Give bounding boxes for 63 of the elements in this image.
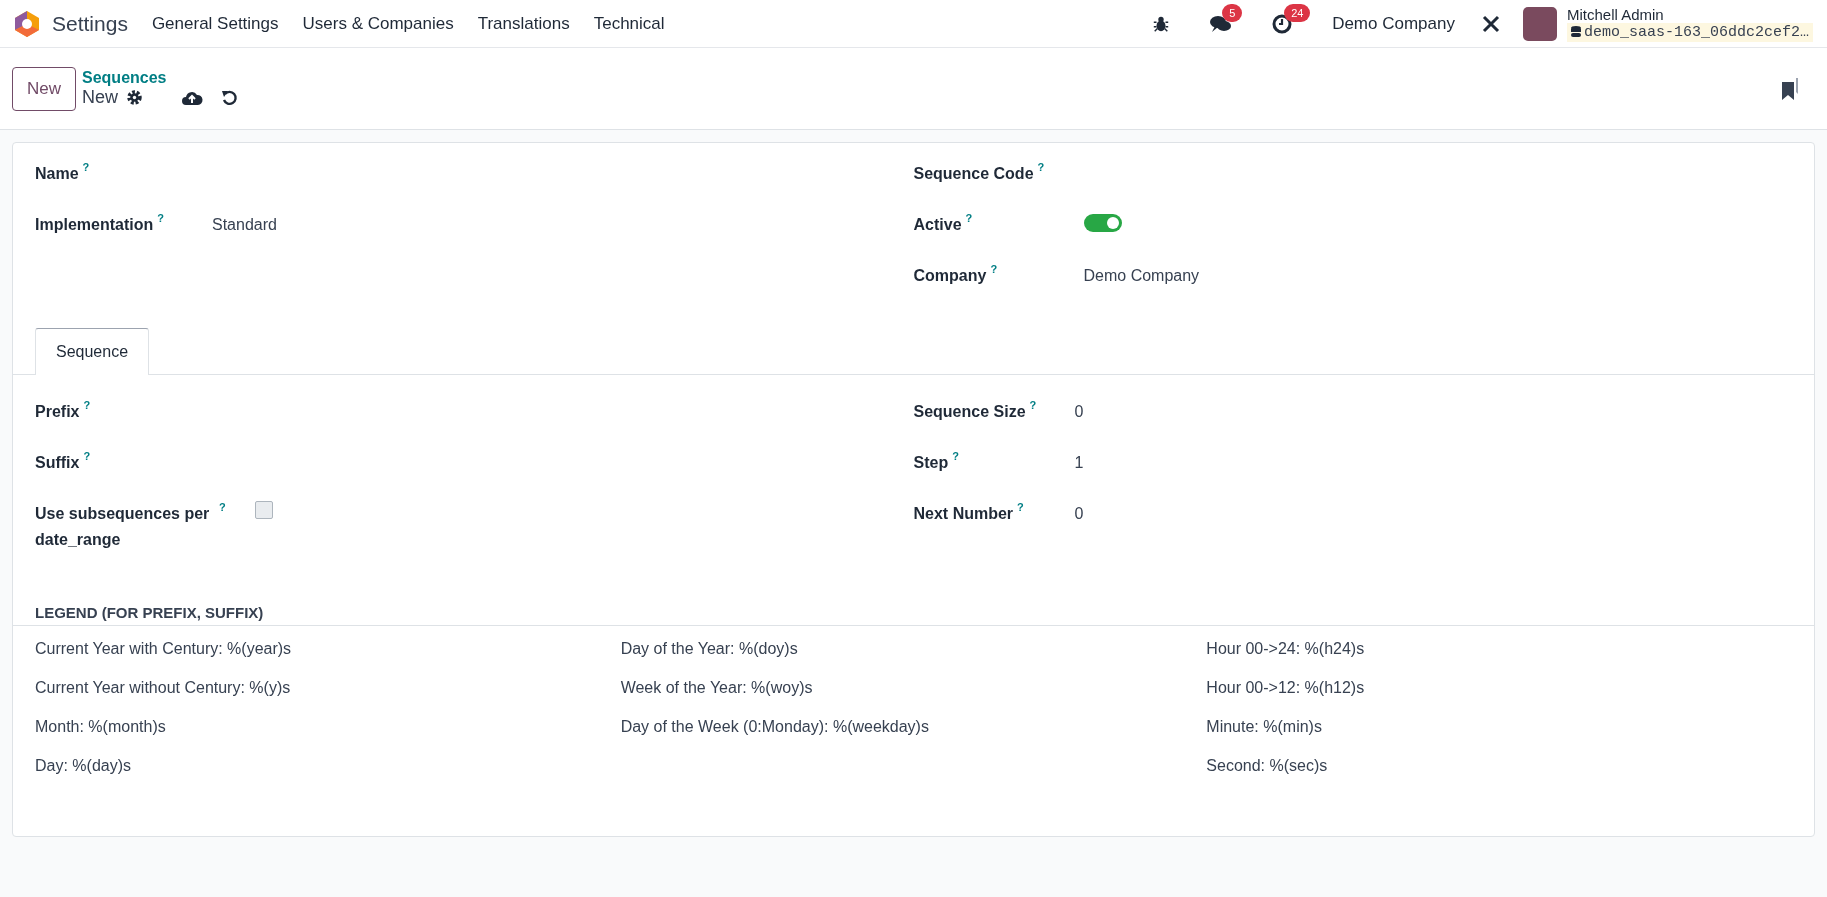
legend-text: Day: %(day)s	[35, 757, 133, 777]
field-label: Implementation	[35, 215, 154, 235]
database-label: demo_saas-163_06ddc2cef2…	[1583, 23, 1809, 41]
legend-text: Second: %(sec)s	[1206, 757, 1329, 777]
help-tooltip-mark[interactable]: ?	[219, 501, 226, 513]
legend-text: Week of the Year: %(woy)s	[620, 679, 814, 699]
record-title: New	[82, 87, 119, 108]
legend-text: Current Year with Century: %(year)s	[35, 640, 293, 660]
app-title: Settings	[52, 11, 128, 36]
legend-text: Hour 00->24: %(h24)s	[1206, 640, 1366, 660]
field-value[interactable]: 1	[1074, 454, 1084, 472]
app-logo-icon	[14, 9, 40, 38]
legend-text: Current Year without Century: %(y)s	[35, 679, 292, 699]
field-value[interactable]: Demo Company	[1083, 267, 1200, 285]
notification-badge: 5	[1222, 3, 1243, 22]
field-label: Name	[35, 164, 79, 184]
user-name[interactable]: Mitchell Admin	[1566, 5, 1813, 23]
field-label: Use subsequences per date_range	[35, 504, 211, 550]
undo-icon[interactable]	[221, 88, 240, 107]
menu-item[interactable]: General Settings	[139, 13, 291, 34]
field-label: Step	[913, 453, 949, 473]
menu-item[interactable]: Translations	[465, 13, 582, 34]
help-tooltip-mark[interactable]: ?	[83, 450, 91, 462]
checkbox[interactable]	[255, 501, 273, 519]
tab[interactable]: Sequence	[35, 328, 150, 375]
field-label: Next Number	[913, 504, 1014, 524]
help-tooltip-mark[interactable]: ?	[1017, 501, 1024, 513]
help-tooltip-mark[interactable]: ?	[990, 263, 998, 275]
field-label: Prefix	[35, 402, 80, 422]
field-label: Sequence Code	[913, 164, 1034, 184]
legend-text: Minute: %(min)s	[1206, 718, 1323, 738]
user-avatar[interactable]	[1522, 6, 1557, 41]
field-label: Active	[913, 215, 962, 235]
field-value[interactable]: 0	[1074, 505, 1084, 523]
clock-icon[interactable]	[1272, 13, 1293, 34]
breadcrumb-link[interactable]: Sequences	[82, 69, 240, 87]
menu-item[interactable]: Users & Companies	[290, 13, 466, 34]
legend-text: Day of the Week (0:Monday): %(weekday)s	[620, 718, 930, 738]
help-tooltip-mark[interactable]: ?	[82, 161, 90, 173]
company-switcher[interactable]: Demo Company	[1332, 13, 1455, 34]
help-tooltip-mark[interactable]: ?	[1029, 399, 1037, 411]
field-value[interactable]: Standard	[212, 216, 277, 234]
section-heading: LEGEND (FOR PREFIX, SUFFIX)	[13, 592, 1814, 627]
legend-text: Day of the Year: %(doy)s	[620, 640, 799, 660]
field-label: Company	[913, 266, 987, 286]
settings-icon[interactable]	[126, 89, 144, 106]
database-icon	[1570, 26, 1581, 38]
help-tooltip-mark[interactable]: ?	[1037, 161, 1045, 173]
notification-badge: 24	[1284, 3, 1311, 22]
help-tooltip-mark[interactable]: ?	[952, 450, 959, 462]
field-label: Suffix	[35, 453, 80, 473]
legend-text: Hour 00->12: %(h12)s	[1206, 679, 1366, 699]
toggle-switch[interactable]	[1083, 214, 1122, 232]
field-label: Sequence Size	[913, 402, 1026, 422]
field-value[interactable]: 0	[1074, 403, 1084, 421]
bookmark-icon[interactable]	[1781, 76, 1801, 101]
help-tooltip-mark[interactable]: ?	[965, 212, 973, 224]
legend-text: Month: %(month)s	[35, 718, 167, 738]
help-tooltip-mark[interactable]: ?	[157, 212, 164, 224]
menu-item[interactable]: Technical	[581, 13, 677, 34]
new-button[interactable]: New	[12, 66, 76, 111]
help-tooltip-mark[interactable]: ?	[83, 399, 91, 411]
bug-icon[interactable]	[1152, 14, 1171, 33]
